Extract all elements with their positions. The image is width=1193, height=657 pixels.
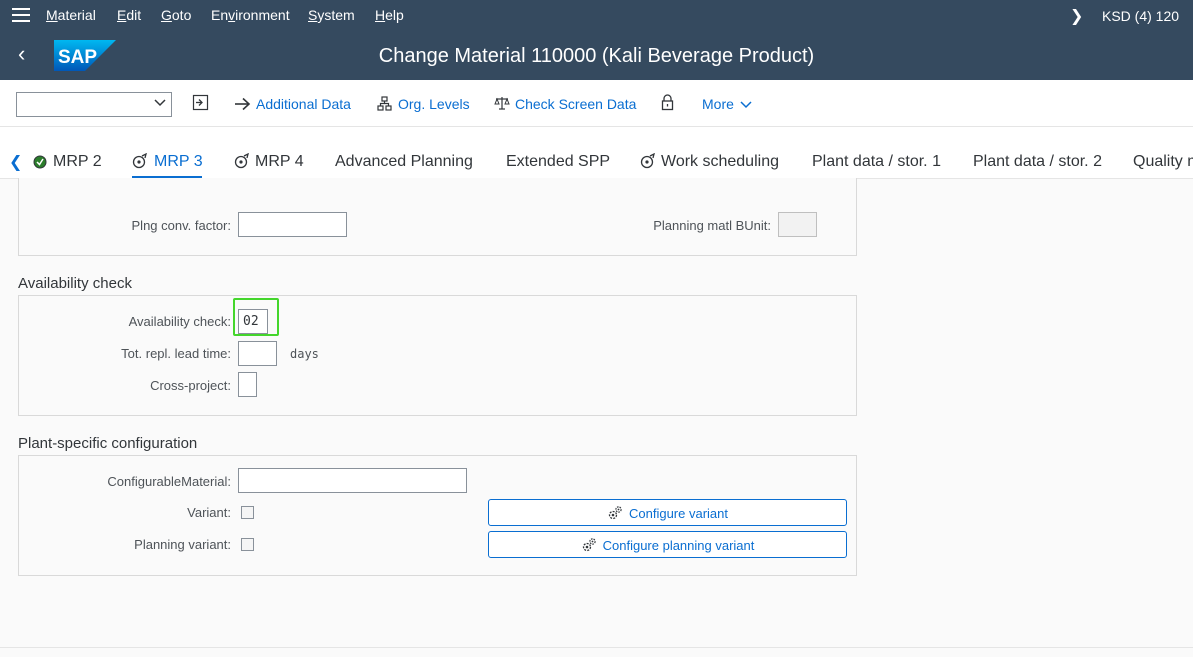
arrow-right-icon [235, 97, 251, 111]
availability-check-title: Availability check [18, 275, 132, 292]
tab-mrp-3[interactable]: MRP 3 [154, 153, 203, 171]
configure-planning-variant-button[interactable]: Configure planning variant [488, 531, 847, 558]
lead-time-unit: days [290, 347, 319, 361]
toolbar: Additional Data Org. Levels Check Screen… [0, 80, 1193, 127]
menu-help[interactable]: Help [375, 7, 404, 23]
cross-project-label: Cross-project: [150, 378, 231, 393]
tab-plant-data-stor-2[interactable]: Plant data / stor. 2 [973, 153, 1102, 171]
tab-extended-spp[interactable]: Extended SPP [506, 153, 610, 171]
footer-divider [0, 647, 1193, 648]
mrp-status-icon [33, 155, 47, 169]
availability-check-label: Availability check: [128, 314, 231, 329]
chevron-down-icon [154, 99, 166, 107]
variant-label: Variant: [187, 505, 231, 520]
focus-highlight [233, 298, 279, 336]
more-button[interactable]: More [702, 96, 734, 112]
chevron-down-icon [740, 101, 752, 109]
tab-mrp-2[interactable]: MRP 2 [53, 153, 102, 171]
configure-variant-button[interactable]: Configure variant [488, 499, 847, 526]
page-title: Change Material 110000 (Kali Beverage Pr… [378, 45, 815, 67]
tab-mrp-4[interactable]: MRP 4 [255, 153, 304, 171]
tab-plant-data-stor-1[interactable]: Plant data / stor. 1 [812, 153, 941, 171]
title-bar: ‹ SAP Change Material 110000 (Kali Bever… [0, 31, 1193, 80]
planning-group [18, 178, 857, 256]
menu-environment[interactable]: Environment [211, 7, 290, 23]
org-levels-icon [377, 96, 392, 111]
chevron-right-icon[interactable]: ❯ [1070, 6, 1083, 26]
tot-repl-lead-time-input[interactable] [238, 341, 277, 366]
planning-matl-bunit-input [778, 212, 817, 237]
tab-strip: ❮ MRP 2 MRP 3 MRP 4 Advanced Planning Ex… [0, 127, 1193, 179]
balance-scale-icon [494, 97, 510, 110]
configure-variant-button-label: Configure variant [629, 506, 728, 521]
hamburger-menu-icon[interactable] [12, 8, 30, 22]
tab-quality-management[interactable]: Quality m [1133, 153, 1193, 171]
menu-edit[interactable]: Edit [117, 7, 141, 23]
maintenance-status-icon [132, 153, 147, 169]
cross-project-input[interactable] [238, 372, 257, 397]
tot-repl-lead-time-label: Tot. repl. lead time: [121, 346, 231, 361]
maintenance-status-icon [234, 153, 249, 169]
tab-work-scheduling[interactable]: Work scheduling [661, 153, 779, 171]
configurable-material-label: ConfigurableMaterial: [107, 474, 231, 489]
gears-icon [582, 538, 596, 552]
menu-goto[interactable]: Goto [161, 7, 191, 23]
planning-variant-label: Planning variant: [134, 537, 231, 552]
menu-system[interactable]: System [308, 7, 355, 23]
additional-data-button[interactable]: Additional Data [256, 96, 351, 112]
variant-checkbox[interactable] [241, 506, 254, 519]
planning-variant-checkbox[interactable] [241, 538, 254, 551]
planning-matl-bunit-label: Planning matl BUnit: [653, 218, 771, 233]
system-info: KSD (4) 120 [1102, 8, 1180, 24]
plng-conv-factor-input[interactable] [238, 212, 347, 237]
org-levels-button[interactable]: Org. Levels [398, 96, 470, 112]
plant-specific-configuration-title: Plant-specific configuration [18, 435, 198, 452]
enter-icon[interactable] [192, 94, 209, 111]
menu-bar: Material Edit Goto Environment System He… [0, 0, 1193, 31]
plng-conv-factor-label: Plng conv. factor: [131, 218, 231, 233]
check-screen-data-button[interactable]: Check Screen Data [515, 96, 636, 112]
tab-advanced-planning[interactable]: Advanced Planning [335, 153, 473, 171]
configure-planning-variant-button-label: Configure planning variant [602, 538, 755, 553]
gears-icon [608, 506, 622, 520]
menu-material[interactable]: Material [46, 7, 96, 23]
lock-icon[interactable] [661, 94, 674, 111]
tab-scroll-left-icon[interactable]: ❮ [9, 152, 22, 172]
maintenance-status-icon [640, 153, 655, 169]
configurable-material-input[interactable] [238, 468, 467, 493]
command-field[interactable] [16, 92, 172, 117]
